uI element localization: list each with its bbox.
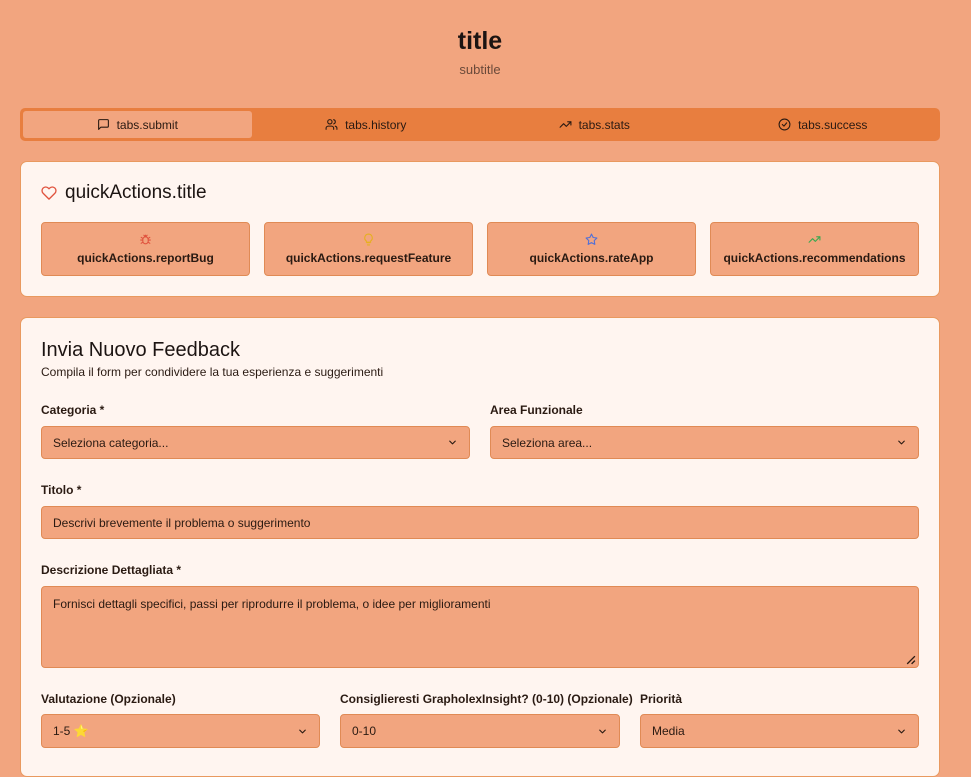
- tab-success[interactable]: tabs.success: [709, 111, 938, 138]
- quick-actions-title: quickActions.title: [65, 182, 207, 203]
- trending-up-icon: [808, 236, 821, 243]
- heart-icon: [41, 186, 57, 200]
- request-feature-button[interactable]: quickActions.requestFeature: [264, 222, 473, 276]
- tab-history[interactable]: tabs.history: [252, 111, 481, 138]
- message-square-icon: [97, 119, 109, 130]
- area-select[interactable]: Seleziona area...: [490, 426, 919, 459]
- page-subtitle: subtitle: [459, 62, 501, 77]
- rate-app-button[interactable]: quickActions.rateApp: [487, 222, 696, 276]
- tab-submit-label: tabs.submit: [116, 117, 178, 132]
- area-select-value: Seleziona area...: [502, 435, 593, 450]
- recommendations-button[interactable]: quickActions.recommendations: [710, 222, 919, 276]
- chevron-down-icon: [449, 440, 456, 445]
- recommendations-label: quickActions.recommendations: [723, 251, 906, 265]
- users-icon: [325, 119, 338, 130]
- tab-submit[interactable]: tabs.submit: [23, 111, 252, 138]
- nps-label: Consiglieresti GrapholexInsight? (0-10) …: [340, 692, 633, 706]
- tab-bar: tabs.submit tabs.history tabs.stats tabs…: [20, 108, 940, 141]
- chevron-down-icon: [299, 729, 306, 733]
- priority-select-value: Media: [652, 724, 685, 738]
- report-bug-button[interactable]: quickActions.reportBug: [41, 222, 250, 276]
- quick-actions-header: quickActions.title: [41, 182, 207, 204]
- priority-select[interactable]: Media: [640, 714, 919, 748]
- chevron-down-icon: [898, 729, 905, 733]
- feedback-form-card: Invia Nuovo Feedback Compila il form per…: [20, 317, 940, 777]
- rate-app-label: quickActions.rateApp: [529, 251, 654, 265]
- request-feature-label: quickActions.requestFeature: [285, 251, 452, 265]
- chevron-down-icon: [898, 440, 905, 445]
- tab-stats-label: tabs.stats: [578, 117, 630, 132]
- category-select-value: Seleziona categoria...: [53, 435, 169, 450]
- trending-up-icon: [559, 121, 572, 128]
- category-select[interactable]: Seleziona categoria...: [41, 426, 470, 459]
- subject-input-placeholder: Descrivi brevemente il problema o sugger…: [53, 515, 311, 530]
- page-header: title subtitle: [0, 26, 960, 78]
- lightbulb-icon: [364, 233, 373, 246]
- page-title: title: [457, 27, 503, 55]
- form-title: Invia Nuovo Feedback: [41, 339, 241, 361]
- details-textarea[interactable]: Fornisci dettagli specifici, passi per r…: [41, 586, 919, 668]
- priority-label: Priorità: [640, 692, 683, 706]
- area-label: Area Funzionale: [490, 403, 583, 417]
- form-description: Compila il form per condividere la tua e…: [41, 365, 384, 379]
- rating-label: Valutazione (Opzionale): [41, 692, 176, 706]
- subject-label: Titolo *: [41, 483, 82, 497]
- nps-select[interactable]: 0-10: [340, 714, 620, 748]
- check-circle-icon: [778, 118, 791, 131]
- bug-icon: [140, 234, 151, 245]
- chevron-down-icon: [599, 729, 606, 733]
- quick-actions-card: quickActions.title quickActions.reportBu…: [20, 161, 940, 297]
- rating-select-value: 1-5 ⭐: [53, 724, 89, 738]
- tab-stats[interactable]: tabs.stats: [480, 111, 709, 138]
- tab-success-label: tabs.success: [798, 117, 868, 132]
- quick-actions-grid: quickActions.reportBug quickActions.requ…: [41, 222, 919, 276]
- report-bug-label: quickActions.reportBug: [77, 251, 214, 265]
- tab-history-label: tabs.history: [345, 117, 407, 132]
- details-textarea-placeholder: Fornisci dettagli specifici, passi per r…: [53, 597, 491, 611]
- star-icon: [585, 233, 598, 245]
- category-label: Categoria *: [41, 403, 105, 417]
- rating-select[interactable]: 1-5 ⭐: [41, 714, 320, 748]
- details-label: Descrizione Dettagliata *: [41, 563, 182, 577]
- subject-input[interactable]: Descrivi brevemente il problema o sugger…: [41, 506, 919, 539]
- resize-handle-icon[interactable]: [905, 654, 916, 665]
- nps-select-value: 0-10: [352, 724, 377, 738]
